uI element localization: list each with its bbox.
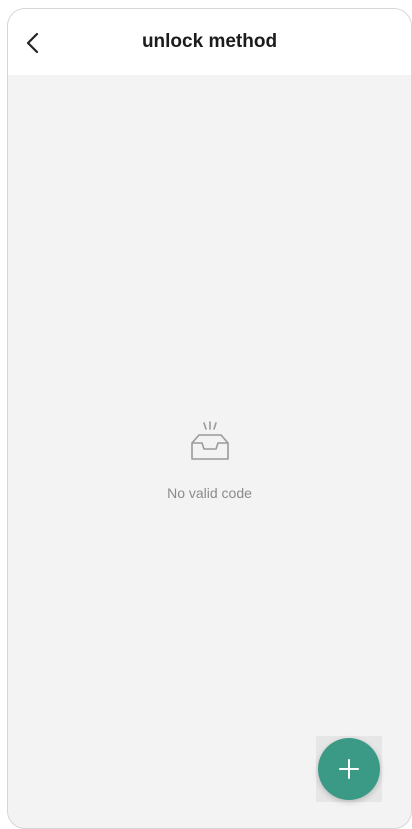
plus-icon (339, 759, 359, 779)
empty-state: No valid code (8, 421, 411, 501)
fab-container (316, 736, 382, 802)
app-screen: unlock method No valid code (7, 8, 412, 829)
add-button[interactable] (318, 738, 380, 800)
top-bar: unlock method (8, 9, 411, 75)
empty-inbox-icon (190, 421, 229, 460)
empty-message: No valid code (167, 485, 252, 501)
page-title: unlock method (141, 31, 278, 52)
